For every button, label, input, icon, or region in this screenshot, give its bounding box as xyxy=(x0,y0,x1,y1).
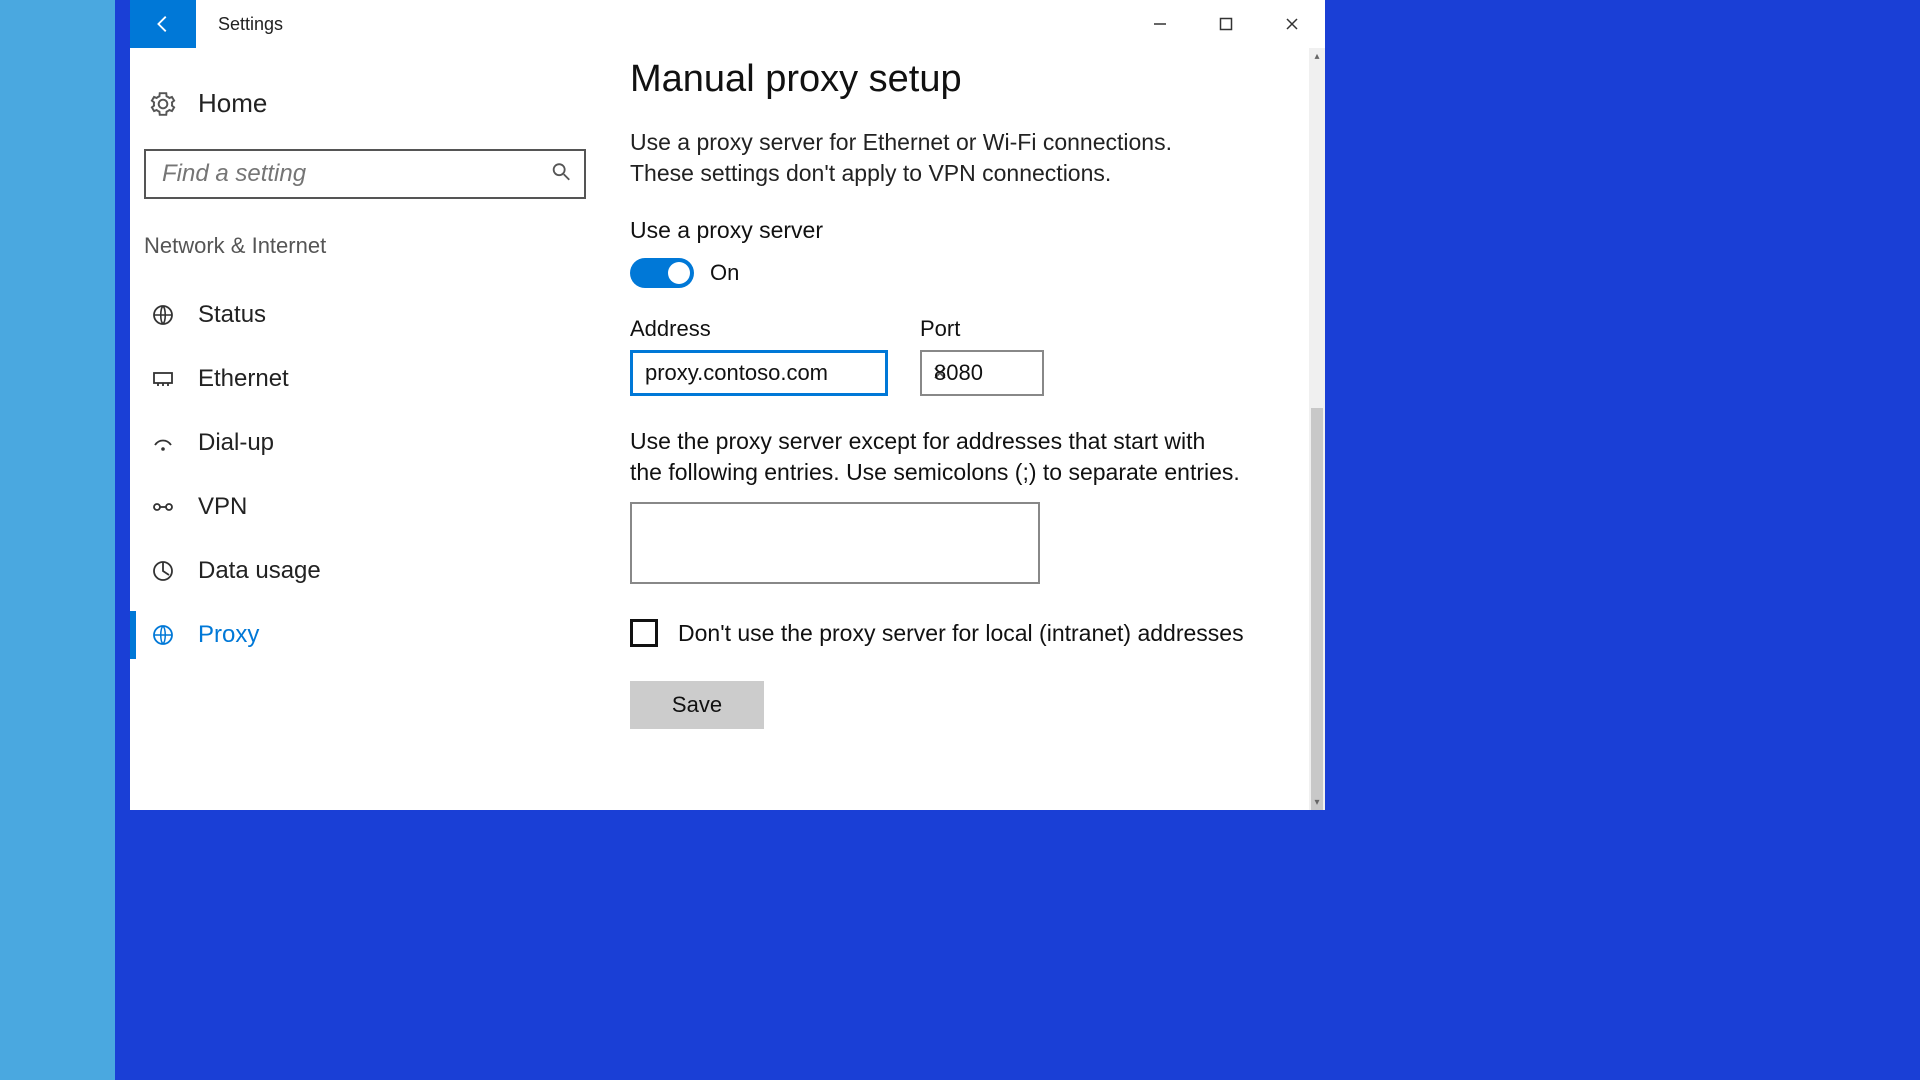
sidebar-item-datausage[interactable]: Data usage xyxy=(144,539,586,603)
proxy-toggle-row: On xyxy=(630,258,1295,288)
port-input[interactable] xyxy=(934,360,1030,386)
scrollbar[interactable]: ▴ ▾ xyxy=(1309,48,1325,810)
proxy-icon xyxy=(150,622,176,648)
window-controls xyxy=(1127,0,1325,48)
port-field-group: Port xyxy=(920,316,1044,396)
sidebar-item-dialup[interactable]: Dial-up xyxy=(144,411,586,475)
local-bypass-label: Don't use the proxy server for local (in… xyxy=(678,620,1244,647)
search-input[interactable] xyxy=(146,151,584,197)
page-description: Use a proxy server for Ethernet or Wi-Fi… xyxy=(630,127,1230,189)
minimize-icon xyxy=(1153,17,1167,31)
window-body: Home Network & Internet Status Ether xyxy=(130,48,1325,810)
sidebar-item-label: VPN xyxy=(198,493,247,521)
dialup-icon xyxy=(150,430,176,456)
main-content: Manual proxy setup Use a proxy server fo… xyxy=(600,48,1325,810)
minimize-button[interactable] xyxy=(1127,0,1193,48)
sidebar-item-label: Ethernet xyxy=(198,365,289,393)
back-button[interactable] xyxy=(130,0,196,48)
maximize-button[interactable] xyxy=(1193,0,1259,48)
home-nav[interactable]: Home xyxy=(144,80,586,127)
local-bypass-row: Don't use the proxy server for local (in… xyxy=(630,619,1295,647)
toggle-state: On xyxy=(710,260,739,286)
scroll-down-icon[interactable]: ▾ xyxy=(1309,794,1325,810)
settings-window: Settings Home xyxy=(130,0,1325,810)
sidebar-item-label: Status xyxy=(198,301,266,329)
sidebar-item-label: Proxy xyxy=(198,621,259,649)
sidebar-item-status[interactable]: Status xyxy=(144,283,586,347)
port-input-wrap[interactable] xyxy=(920,350,1044,396)
titlebar: Settings xyxy=(130,0,1325,48)
scrollbar-thumb[interactable] xyxy=(1311,408,1323,810)
save-button[interactable]: Save xyxy=(630,681,764,729)
sidebar-item-label: Dial-up xyxy=(198,429,274,457)
home-label: Home xyxy=(198,88,267,119)
window-title: Settings xyxy=(218,14,283,35)
sidebar-item-label: Data usage xyxy=(198,557,321,585)
arrow-left-icon xyxy=(152,13,174,35)
sidebar: Home Network & Internet Status Ether xyxy=(130,48,600,810)
address-port-row: Address Port xyxy=(630,316,1295,396)
address-field-group: Address xyxy=(630,316,888,396)
toggle-knob xyxy=(668,262,690,284)
sidebar-item-ethernet[interactable]: Ethernet xyxy=(144,347,586,411)
exceptions-description: Use the proxy server except for addresse… xyxy=(630,426,1240,488)
close-icon xyxy=(1285,17,1299,31)
sidebar-item-vpn[interactable]: VPN xyxy=(144,475,586,539)
toggle-label: Use a proxy server xyxy=(630,217,1295,244)
maximize-icon xyxy=(1219,17,1233,31)
data-usage-icon xyxy=(150,558,176,584)
proxy-toggle[interactable] xyxy=(630,258,694,288)
port-label: Port xyxy=(920,316,1044,342)
sidebar-item-proxy[interactable]: Proxy xyxy=(144,603,586,667)
ethernet-icon xyxy=(150,366,176,392)
search-icon xyxy=(550,161,572,188)
close-button[interactable] xyxy=(1259,0,1325,48)
address-label: Address xyxy=(630,316,888,342)
globe-icon xyxy=(150,302,176,328)
address-input-wrap[interactable] xyxy=(630,350,888,396)
vpn-icon xyxy=(150,494,176,520)
gear-icon xyxy=(150,91,176,117)
exceptions-textarea[interactable] xyxy=(630,502,1040,584)
local-bypass-checkbox[interactable] xyxy=(630,619,658,647)
sidebar-section-label: Network & Internet xyxy=(144,233,586,259)
address-input[interactable] xyxy=(645,360,933,386)
scroll-up-icon[interactable]: ▴ xyxy=(1309,48,1325,64)
search-box[interactable] xyxy=(144,149,586,199)
page-title: Manual proxy setup xyxy=(630,58,1295,101)
